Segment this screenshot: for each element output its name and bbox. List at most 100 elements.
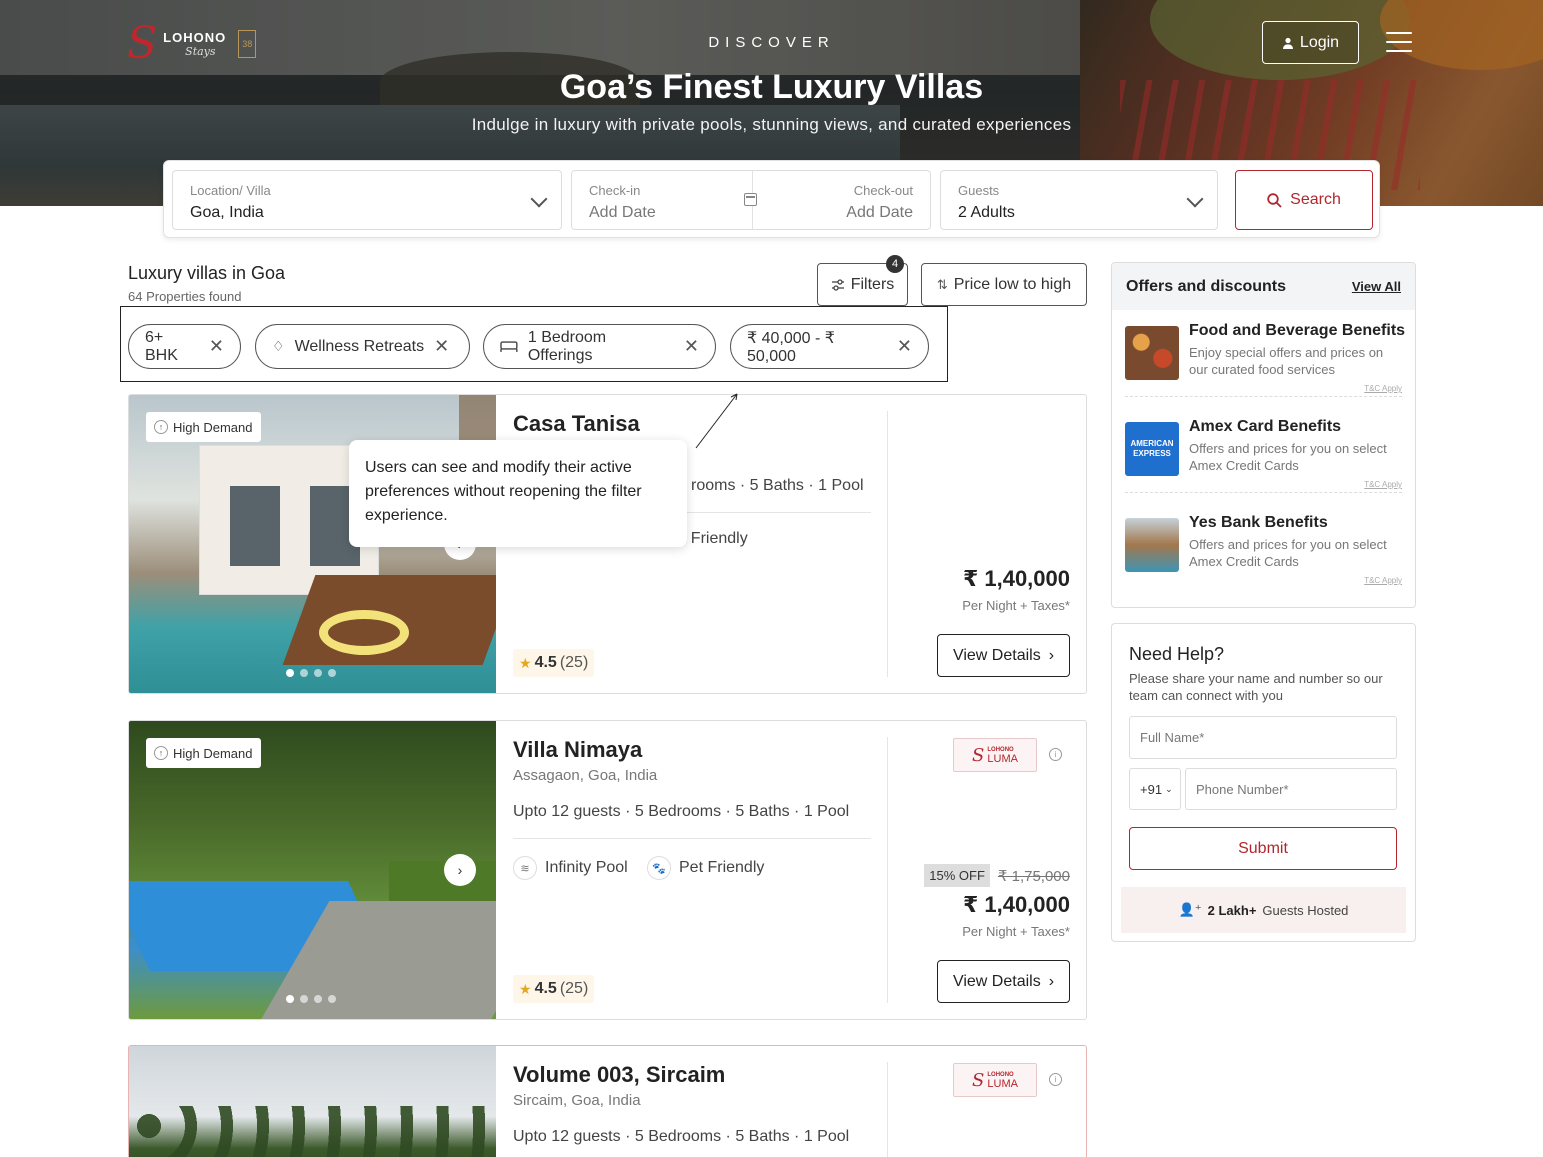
chip-label: 6+ BHK — [145, 328, 178, 364]
amex-logo: AMERICAN EXPRESS — [1125, 422, 1179, 476]
filters-count-badge: 4 — [886, 255, 904, 273]
arrow-up-icon: ↑ — [154, 746, 168, 760]
filter-chip-price[interactable]: ₹ 40,000 - ₹ 50,000 ✕ — [730, 324, 929, 369]
location-select[interactable]: Location/ Villa Goa, India — [172, 170, 562, 230]
filter-chip-bedroom[interactable]: 1 Bedroom Offerings ✕ — [483, 324, 716, 369]
search-label: Search — [1290, 191, 1341, 208]
filter-chip-wellness[interactable]: ♢ Wellness Retreats ✕ — [255, 324, 470, 369]
logo-mark-icon: S — [972, 1069, 985, 1091]
offer-title: Yes Bank Benefits — [1189, 514, 1328, 531]
submit-button[interactable]: Submit — [1129, 827, 1397, 870]
offer-desc: Offers and prices for you on select Amex… — [1189, 537, 1387, 569]
discount-row: 15% OFF ₹ 1,75,000 — [924, 864, 1070, 887]
close-icon[interactable]: ✕ — [209, 336, 224, 357]
login-button[interactable]: Login — [1262, 21, 1359, 64]
help-form: Need Help? Please share your name and nu… — [1111, 623, 1416, 942]
filters-label: Filters — [850, 275, 895, 293]
villa-card[interactable]: Volume 003, Sircaim Sircaim, Goa, India … — [128, 1045, 1087, 1157]
close-icon[interactable]: ✕ — [897, 336, 912, 357]
badge-label: High Demand — [173, 745, 253, 761]
info-icon[interactable]: i — [1049, 1073, 1062, 1086]
search-icon — [1267, 192, 1282, 208]
offer-item[interactable]: Yes Bank Benefits Offers and prices for … — [1125, 504, 1402, 600]
offers-title: Offers and discounts — [1126, 277, 1287, 295]
full-name-input[interactable]: Full Name* — [1129, 716, 1397, 759]
checkin-value[interactable]: Add Date — [589, 204, 656, 222]
wellness-icon: ♢ — [272, 338, 285, 354]
offer-item[interactable]: AMERICAN EXPRESS Amex Card Benefits Offe… — [1125, 408, 1402, 504]
annotation-tooltip: Users can see and modify their active pr… — [349, 440, 687, 547]
villa-name[interactable]: Volume 003, Sircaim — [513, 1062, 725, 1088]
filter-chip-bhk[interactable]: 6+ BHK ✕ — [128, 324, 241, 369]
amenity-infinity-pool: ≋ Infinity Pool — [513, 856, 628, 880]
price-column: S LOHONO LUMA i — [890, 1046, 1070, 1157]
rating-badge: ★ 4.5 (25) — [513, 975, 595, 1003]
food-thumbnail — [1125, 326, 1179, 380]
pool-waves-icon: ≋ — [513, 856, 537, 880]
offer-desc: Enjoy special offers and prices on our c… — [1189, 345, 1384, 377]
checkout-label: Check-out — [853, 183, 913, 198]
chevron-down-icon — [530, 190, 548, 208]
villa-specs: Upto 12 guests · 5 Bedrooms · 5 Baths · … — [513, 803, 850, 820]
villa-info: Volume 003, Sircaim Sircaim, Goa, India … — [513, 1046, 873, 1157]
search-bar: Location/ Villa Goa, India Check-in Add … — [163, 160, 1380, 238]
view-details-button[interactable]: View Details › — [937, 960, 1070, 1003]
discount-badge: 15% OFF — [924, 864, 990, 887]
price: ₹ 1,40,000 — [962, 892, 1070, 917]
price: ₹ 1,40,000 — [962, 566, 1070, 591]
offer-desc: Offers and prices for you on select Amex… — [1189, 441, 1387, 473]
offers-panel: Offers and discounts View All Food and B… — [1111, 262, 1416, 608]
sort-label: Price low to high — [953, 275, 1072, 293]
results-title: Luxury villas in Goa — [128, 263, 286, 283]
villa-photo[interactable]: ↑ High Demand › — [129, 721, 496, 1019]
search-button[interactable]: Search — [1235, 170, 1373, 230]
date-range-picker[interactable]: Check-in Add Date Check-out Add Date — [571, 170, 931, 230]
chevron-right-icon[interactable]: › — [444, 854, 476, 886]
guests-select[interactable]: Guests 2 Adults — [940, 170, 1218, 230]
help-title: Need Help? — [1129, 644, 1225, 664]
hero-title: Goa’s Finest Luxury Villas — [559, 68, 984, 106]
checkout-value[interactable]: Add Date — [846, 204, 913, 222]
carousel-dots[interactable] — [286, 995, 336, 1003]
tc-link[interactable]: T&C Apply — [1364, 576, 1402, 585]
offer-item[interactable]: Food and Beverage Benefits Enjoy special… — [1125, 312, 1405, 408]
filter-sliders-icon — [831, 278, 844, 291]
phone-number-input[interactable]: Phone Number* — [1185, 768, 1397, 810]
carousel-dots[interactable] — [286, 669, 336, 677]
villa-name[interactable]: Villa Nimaya — [513, 737, 642, 763]
hamburger-menu-icon[interactable] — [1386, 32, 1412, 52]
paw-icon: 🐾 — [647, 856, 671, 880]
checkin-label: Check-in — [589, 183, 641, 198]
chevron-right-icon: › — [1048, 972, 1055, 990]
price-taxes: Per Night + Taxes* — [962, 598, 1070, 613]
chip-label: ₹ 40,000 - ₹ 50,000 — [747, 329, 835, 365]
villa-photo[interactable] — [129, 1046, 496, 1157]
price-column: ₹ 1,40,000 Per Night + Taxes* View Detai… — [890, 395, 1070, 693]
chevron-down-icon: ⌄ — [1165, 783, 1173, 794]
bed-icon — [500, 341, 518, 352]
sort-arrows-icon: ⇅ — [936, 276, 948, 292]
price-column: S LOHONO LUMA i 15% OFF ₹ 1,75,000 ₹ 1,4… — [890, 721, 1070, 1019]
badge-label: High Demand — [173, 419, 253, 435]
villa-card[interactable]: ↑ High Demand › Villa Nimaya Assagaon, G… — [128, 720, 1087, 1020]
chevron-right-icon: › — [1048, 646, 1055, 664]
view-details-button[interactable]: View Details › — [937, 634, 1070, 677]
high-demand-badge: ↑ High Demand — [146, 738, 261, 768]
villa-name[interactable]: Casa Tanisa — [513, 411, 640, 437]
country-code-select[interactable]: +91 ⌄ — [1129, 768, 1181, 810]
info-icon[interactable]: i — [1049, 748, 1062, 761]
luma-brand-tag: S LOHONO LUMA — [953, 738, 1037, 772]
star-icon: ★ — [519, 654, 532, 671]
high-demand-badge: ↑ High Demand — [146, 412, 261, 442]
guests-label: Guests — [958, 183, 1000, 198]
close-icon[interactable]: ✕ — [434, 336, 449, 357]
sort-button[interactable]: ⇅ Price low to high — [921, 263, 1087, 306]
villa-location: Assagaon, Goa, India — [513, 767, 658, 784]
view-all-link[interactable]: View All — [1352, 279, 1401, 294]
tc-link[interactable]: T&C Apply — [1364, 480, 1402, 489]
close-icon[interactable]: ✕ — [684, 336, 699, 357]
guests-hosted-banner: 👤⁺ 2 Lakh+ Guests Hosted — [1121, 887, 1406, 933]
chevron-down-icon — [1186, 190, 1204, 208]
tc-link[interactable]: T&C Apply — [1364, 384, 1402, 393]
offer-title: Amex Card Benefits — [1189, 418, 1342, 435]
